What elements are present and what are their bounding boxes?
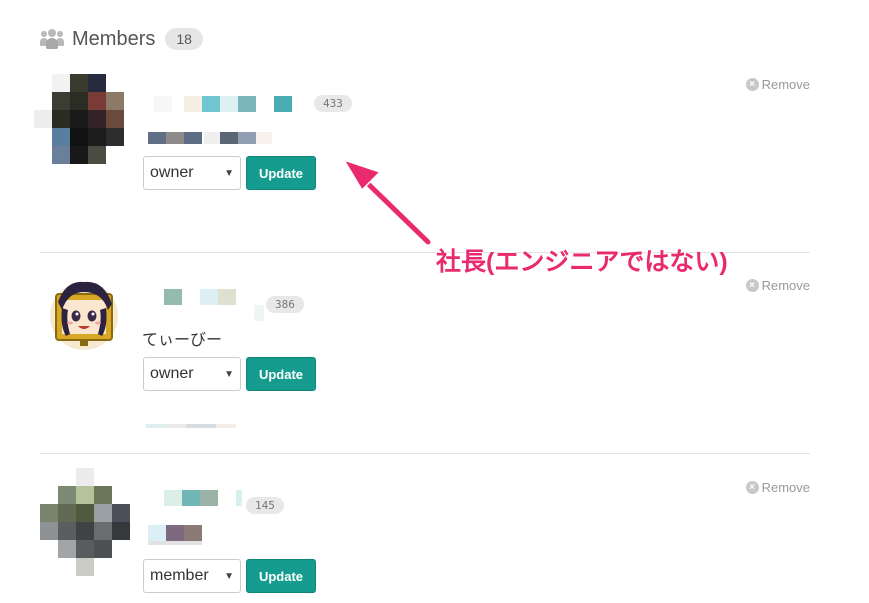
annotation-arrow <box>342 158 433 247</box>
annotation-label: 社長(エンジニアではない) <box>436 248 728 276</box>
